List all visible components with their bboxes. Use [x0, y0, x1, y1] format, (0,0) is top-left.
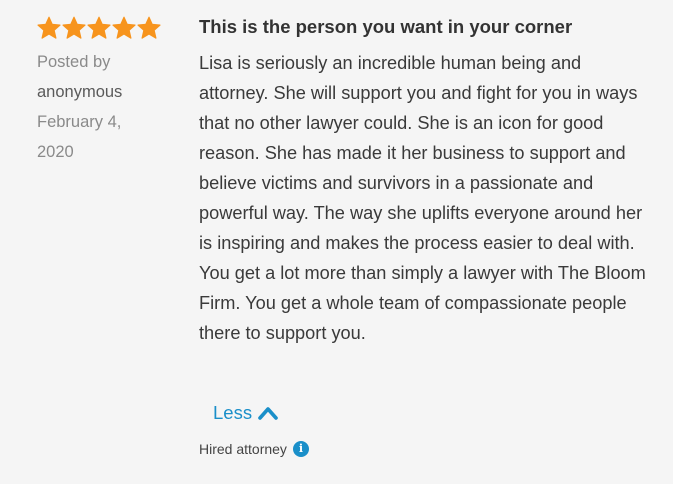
hired-attorney-label: Hired attorney: [199, 441, 287, 457]
star-rating: [37, 14, 187, 42]
review-date-line-1: February 4,: [37, 113, 122, 131]
review-card: Posted by anonymous February 4, 2020 Thi…: [0, 0, 673, 484]
star-icon: [112, 16, 136, 40]
review-date-line-2: 2020: [37, 143, 74, 161]
less-toggle-link[interactable]: Less: [213, 402, 278, 424]
star-icon: [87, 16, 111, 40]
chevron-up-icon: [258, 406, 278, 420]
review-content: This is the person you want in your corn…: [199, 14, 659, 348]
review-body: Lisa is seriously an incredible human be…: [199, 53, 646, 343]
star-icon: [62, 16, 86, 40]
less-label: Less: [213, 402, 253, 423]
posted-by-label: Posted by: [37, 53, 111, 71]
info-icon[interactable]: i: [292, 441, 309, 457]
review-title: This is the person you want in your corn…: [199, 16, 573, 37]
star-icon: [137, 16, 161, 40]
review-author: anonymous: [37, 83, 123, 101]
star-icon: [37, 16, 61, 40]
hired-attorney-badge: Hired attorney i: [199, 441, 309, 457]
review-meta: Posted by anonymous February 4, 2020: [37, 14, 187, 167]
